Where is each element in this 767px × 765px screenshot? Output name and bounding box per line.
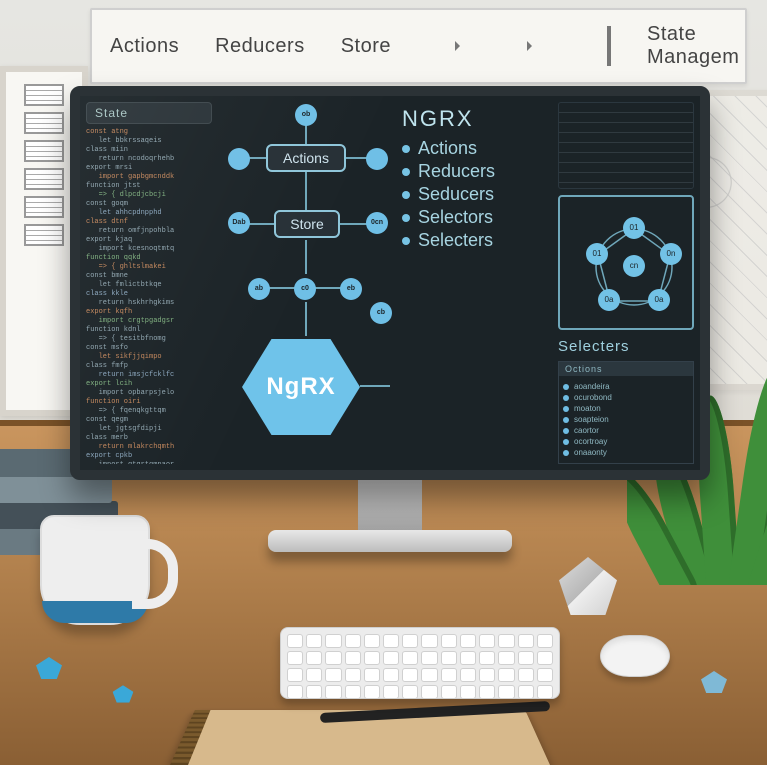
monitor: State const atng let bbkrssaqeisclass mi… [70, 86, 710, 480]
stripes-icon [607, 26, 611, 66]
ngrx-hex-label: NgRX [266, 373, 335, 401]
selectors-panel: Octions aoandeira ocurobond moaton soapt… [558, 361, 694, 464]
selectors-panel-item: aoandeira [563, 382, 689, 391]
concepts-title: NGRX [402, 106, 552, 132]
monitor-stand-base [268, 530, 512, 552]
selectors-panel-item: ocurobond [563, 393, 689, 402]
code-lines: const atng let bbkrssaqeisclass miin ret… [86, 128, 212, 464]
actions-box: Actions [266, 144, 346, 172]
selectors-heading: Selecters [558, 338, 694, 355]
code-header: State [86, 102, 212, 124]
diagram-node [366, 148, 388, 170]
selectors-panel-item: onaaonty [563, 448, 689, 457]
poster-label-state: State Managem [647, 23, 739, 69]
diagram-node [228, 148, 250, 170]
diagram-node: ob [295, 104, 317, 126]
monitor-stand-neck [358, 480, 422, 536]
screen: State const atng let bbkrssaqeisclass mi… [80, 96, 700, 470]
selectors-panel-header: Octions [559, 362, 693, 376]
concept-item: Selectors [402, 207, 552, 228]
cube-icon [497, 29, 502, 63]
diagram-node: ab [248, 278, 270, 300]
diagram-node: eb [340, 278, 362, 300]
diagram-node: c0 [294, 278, 316, 300]
diagram-node: cb [370, 302, 392, 324]
graph-card: 01 0n 0a 0a 01 cn [558, 195, 694, 330]
graph-node: 0n [660, 243, 682, 265]
diagram-node: Dab [228, 212, 250, 234]
selectors-panel-item: caortor [563, 426, 689, 435]
coffee-mug [40, 515, 150, 625]
poster-top: Actions Reducers Store State Managem [90, 8, 747, 84]
selectors-panel-item: ocortroay [563, 437, 689, 446]
graph-node: 0a [648, 289, 670, 311]
mouse [600, 635, 670, 677]
cube-icon [425, 29, 430, 63]
concepts-list: Actions Reducers Seducers Selectors Sele… [402, 138, 552, 251]
keyboard: document.write(Array.from({length:56}).m… [280, 627, 560, 699]
side-pane: 01 0n 0a 0a 01 cn Selecters Octions aoan… [558, 102, 694, 464]
code-pane: State const atng let bbkrssaqeisclass mi… [86, 102, 212, 464]
concept-item: Selecters [402, 230, 552, 251]
concept-item: Actions [402, 138, 552, 159]
poster-label-store: Store [341, 35, 391, 58]
concepts-pane: NGRX Actions Reducers Seducers Selectors… [402, 102, 552, 464]
graph-node: 01 [623, 217, 645, 239]
poster-label-actions: Actions [110, 35, 179, 58]
diagram-node: 0cn [366, 212, 388, 234]
pseudo-text-block [558, 102, 694, 189]
graph-node: 0a [598, 289, 620, 311]
concept-item: Seducers [402, 184, 552, 205]
diagram-pane: ob Actions Dab 0cn Store ab c0 eb cb NgR… [218, 102, 396, 464]
selectors-panel-item: soapteion [563, 415, 689, 424]
poster-label-reducers: Reducers [215, 35, 305, 58]
concept-item: Reducers [402, 161, 552, 182]
graph-node: 01 [586, 243, 608, 265]
store-box: Store [274, 210, 340, 238]
graph-node: cn [623, 255, 645, 277]
selectors-panel-item: moaton [563, 404, 689, 413]
